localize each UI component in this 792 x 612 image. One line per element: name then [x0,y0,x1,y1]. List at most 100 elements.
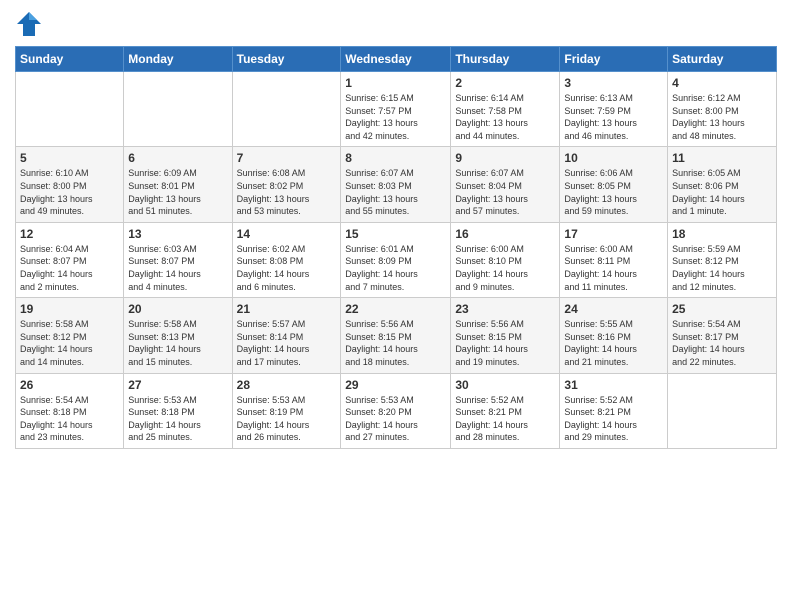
day-info: Sunrise: 6:03 AM Sunset: 8:07 PM Dayligh… [128,243,227,293]
day-number: 9 [455,151,555,165]
day-cell-5: 5 Sunrise: 6:10 AM Sunset: 8:00 PM Daylig… [16,147,124,222]
day-cell-15: 15 Sunrise: 6:01 AM Sunset: 8:09 PM Dayli… [341,222,451,297]
day-header-saturday: Saturday [668,47,777,72]
day-number: 30 [455,378,555,392]
day-cell-9: 9Sunrise: 6:07 AM Sunset: 8:04 PM Daylig… [451,147,560,222]
day-cell-13: 13 Sunrise: 6:03 AM Sunset: 8:07 PM Dayli… [124,222,232,297]
day-cell-21: 21 Sunrise: 5:57 AM Sunset: 8:14 PM Dayli… [232,298,341,373]
day-info: Sunrise: 5:52 AM Sunset: 8:21 PM Dayligh… [455,394,555,444]
day-cell-27: 27 Sunrise: 5:53 AM Sunset: 8:18 PM Dayli… [124,373,232,448]
empty-cell [16,72,124,147]
day-cell-29: 29Sunrise: 5:53 AM Sunset: 8:20 PM Dayli… [341,373,451,448]
day-number: 29 [345,378,446,392]
day-number: 21 [237,302,337,316]
day-cell-2: 2 Sunrise: 6:14 AM Sunset: 7:58 PM Daylig… [451,72,560,147]
day-info: Sunrise: 6:13 AM Sunset: 7:59 PM Dayligh… [564,92,663,142]
day-number: 16 [455,227,555,241]
day-number: 2 [455,76,555,90]
day-cell-22: 22 Sunrise: 5:56 AM Sunset: 8:15 PM Dayli… [341,298,451,373]
day-info: Sunrise: 6:12 AM Sunset: 8:00 PM Dayligh… [672,92,772,142]
day-number: 8 [345,151,446,165]
day-number: 12 [20,227,119,241]
day-number: 28 [237,378,337,392]
day-number: 1 [345,76,446,90]
day-header-tuesday: Tuesday [232,47,341,72]
day-header-wednesday: Wednesday [341,47,451,72]
week-row-5: 26Sunrise: 5:54 AM Sunset: 8:18 PM Dayli… [16,373,777,448]
day-info: Sunrise: 5:52 AM Sunset: 8:21 PM Dayligh… [564,394,663,444]
day-number: 11 [672,151,772,165]
day-cell-12: 12 Sunrise: 6:04 AM Sunset: 8:07 PM Dayli… [16,222,124,297]
day-number: 10 [564,151,663,165]
calendar: SundayMondayTuesdayWednesdayThursdayFrid… [15,46,777,449]
day-number: 27 [128,378,227,392]
day-info: Sunrise: 5:59 AM Sunset: 8:12 PM Dayligh… [672,243,772,293]
day-info: Sunrise: 6:08 AM Sunset: 8:02 PM Dayligh… [237,167,337,217]
empty-cell [668,373,777,448]
day-cell-17: 17 Sunrise: 6:00 AM Sunset: 8:11 PM Dayli… [560,222,668,297]
day-info: Sunrise: 5:57 AM Sunset: 8:14 PM Dayligh… [237,318,337,368]
day-info: Sunrise: 5:54 AM Sunset: 8:18 PM Dayligh… [20,394,119,444]
week-row-3: 12 Sunrise: 6:04 AM Sunset: 8:07 PM Dayli… [16,222,777,297]
logo [15,10,47,38]
day-cell-1: 1 Sunrise: 6:15 AM Sunset: 7:57 PM Daylig… [341,72,451,147]
day-cell-14: 14 Sunrise: 6:02 AM Sunset: 8:08 PM Dayli… [232,222,341,297]
day-number: 19 [20,302,119,316]
day-cell-6: 6Sunrise: 6:09 AM Sunset: 8:01 PM Daylig… [124,147,232,222]
day-info: Sunrise: 5:53 AM Sunset: 8:19 PM Dayligh… [237,394,337,444]
day-cell-30: 30 Sunrise: 5:52 AM Sunset: 8:21 PM Dayli… [451,373,560,448]
day-info: Sunrise: 6:01 AM Sunset: 8:09 PM Dayligh… [345,243,446,293]
day-cell-26: 26Sunrise: 5:54 AM Sunset: 8:18 PM Dayli… [16,373,124,448]
day-cell-20: 20 Sunrise: 5:58 AM Sunset: 8:13 PM Dayli… [124,298,232,373]
day-header-sunday: Sunday [16,47,124,72]
day-cell-25: 25Sunrise: 5:54 AM Sunset: 8:17 PM Dayli… [668,298,777,373]
logo-icon [15,10,43,38]
day-number: 7 [237,151,337,165]
day-info: Sunrise: 6:04 AM Sunset: 8:07 PM Dayligh… [20,243,119,293]
day-number: 5 [20,151,119,165]
day-cell-7: 7 Sunrise: 6:08 AM Sunset: 8:02 PM Daylig… [232,147,341,222]
day-info: Sunrise: 5:56 AM Sunset: 8:15 PM Dayligh… [455,318,555,368]
week-row-4: 19 Sunrise: 5:58 AM Sunset: 8:12 PM Dayli… [16,298,777,373]
day-cell-8: 8 Sunrise: 6:07 AM Sunset: 8:03 PM Daylig… [341,147,451,222]
day-info: Sunrise: 6:14 AM Sunset: 7:58 PM Dayligh… [455,92,555,142]
day-number: 22 [345,302,446,316]
day-cell-28: 28 Sunrise: 5:53 AM Sunset: 8:19 PM Dayli… [232,373,341,448]
day-cell-18: 18Sunrise: 5:59 AM Sunset: 8:12 PM Dayli… [668,222,777,297]
day-cell-11: 11 Sunrise: 6:05 AM Sunset: 8:06 PM Dayli… [668,147,777,222]
day-info: Sunrise: 6:00 AM Sunset: 8:11 PM Dayligh… [564,243,663,293]
day-info: Sunrise: 5:58 AM Sunset: 8:13 PM Dayligh… [128,318,227,368]
day-number: 23 [455,302,555,316]
day-number: 6 [128,151,227,165]
day-info: Sunrise: 6:02 AM Sunset: 8:08 PM Dayligh… [237,243,337,293]
week-row-1: 1 Sunrise: 6:15 AM Sunset: 7:57 PM Daylig… [16,72,777,147]
day-number: 13 [128,227,227,241]
day-info: Sunrise: 6:15 AM Sunset: 7:57 PM Dayligh… [345,92,446,142]
day-info: Sunrise: 5:56 AM Sunset: 8:15 PM Dayligh… [345,318,446,368]
day-cell-10: 10 Sunrise: 6:06 AM Sunset: 8:05 PM Dayli… [560,147,668,222]
day-info: Sunrise: 6:10 AM Sunset: 8:00 PM Dayligh… [20,167,119,217]
day-number: 24 [564,302,663,316]
day-cell-3: 3 Sunrise: 6:13 AM Sunset: 7:59 PM Daylig… [560,72,668,147]
week-row-2: 5 Sunrise: 6:10 AM Sunset: 8:00 PM Daylig… [16,147,777,222]
day-header-friday: Friday [560,47,668,72]
day-number: 4 [672,76,772,90]
day-number: 14 [237,227,337,241]
day-info: Sunrise: 6:06 AM Sunset: 8:05 PM Dayligh… [564,167,663,217]
empty-cell [232,72,341,147]
day-number: 20 [128,302,227,316]
day-header-monday: Monday [124,47,232,72]
day-info: Sunrise: 6:05 AM Sunset: 8:06 PM Dayligh… [672,167,772,217]
day-info: Sunrise: 5:58 AM Sunset: 8:12 PM Dayligh… [20,318,119,368]
page: SundayMondayTuesdayWednesdayThursdayFrid… [0,0,792,612]
day-info: Sunrise: 5:53 AM Sunset: 8:18 PM Dayligh… [128,394,227,444]
day-info: Sunrise: 5:55 AM Sunset: 8:16 PM Dayligh… [564,318,663,368]
day-header-thursday: Thursday [451,47,560,72]
header [15,10,777,38]
day-cell-16: 16Sunrise: 6:00 AM Sunset: 8:10 PM Dayli… [451,222,560,297]
day-number: 15 [345,227,446,241]
day-number: 17 [564,227,663,241]
day-info: Sunrise: 6:07 AM Sunset: 8:03 PM Dayligh… [345,167,446,217]
day-number: 25 [672,302,772,316]
day-number: 3 [564,76,663,90]
